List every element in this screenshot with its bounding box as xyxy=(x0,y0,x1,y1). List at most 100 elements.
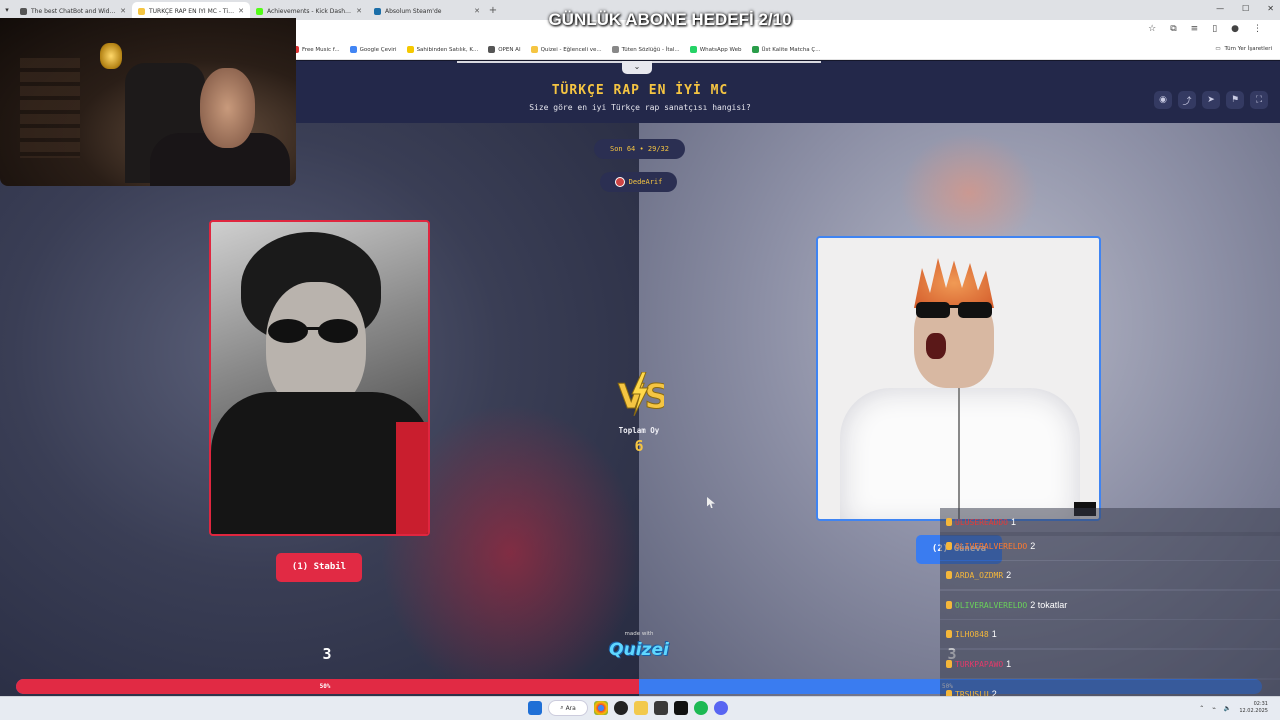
sub-badge-icon xyxy=(946,571,952,579)
system-tray: ⌃ ⌁ 🔈 02:31 12.02.2025 xyxy=(1199,701,1268,715)
sub-badge-icon xyxy=(946,601,952,609)
bookmark-item[interactable]: Google Çeviri xyxy=(349,46,397,53)
chat-message: OLIVERALVERELDO 2 tokatlar xyxy=(940,591,1280,619)
windows-start-icon[interactable] xyxy=(528,701,542,715)
tab-search-icon[interactable]: ▾ xyxy=(0,6,14,14)
score-left: 3 xyxy=(322,645,332,663)
spotify-icon[interactable] xyxy=(694,701,708,715)
stream-goal-title: GÜNLÜK ABONE HEDEFİ 2/10 xyxy=(548,10,792,29)
bookmark-item[interactable]: Sahibinden Satılık, K... xyxy=(406,46,478,53)
bookmark-icon xyxy=(611,46,619,53)
avatar xyxy=(614,177,625,187)
sidebar-icon[interactable]: ▯ xyxy=(1212,24,1217,34)
search-icon: ⌕ xyxy=(560,704,564,711)
flag-icon[interactable]: ⚑ xyxy=(1226,91,1244,109)
tab-steam[interactable]: Absolum Steam'de ✕ xyxy=(368,2,486,20)
translate-icon xyxy=(349,46,357,53)
send-icon[interactable]: ➤ xyxy=(1202,91,1220,109)
bookmark-item[interactable]: Quizei - Eğlenceli ve... xyxy=(530,46,602,53)
kick-icon xyxy=(256,7,263,15)
chat-message: ILHO848 1 xyxy=(940,620,1280,648)
taskbar-search[interactable]: ⌕ Ara xyxy=(548,700,588,716)
fullscreen-icon[interactable]: ⛶ xyxy=(1250,91,1268,109)
openai-icon xyxy=(488,46,496,53)
steam-icon xyxy=(374,7,381,15)
bot-icon xyxy=(20,7,27,15)
chat-text: 2 xyxy=(1030,541,1036,551)
made-with-label: made with xyxy=(624,631,654,637)
volume-icon[interactable]: 🔈 xyxy=(1224,705,1231,712)
folder-icon: ▭ xyxy=(1215,46,1221,52)
chat-text: 1 xyxy=(1006,659,1012,669)
eye-icon[interactable]: ◉ xyxy=(1154,91,1172,109)
quizei-icon xyxy=(138,7,145,15)
vs-icon: VS xyxy=(618,372,664,416)
close-icon[interactable]: ✕ xyxy=(474,7,480,15)
minimize-icon[interactable]: — xyxy=(1216,4,1224,13)
close-icon[interactable]: ✕ xyxy=(238,7,244,15)
taskbar: ⌕ Ara ⌃ ⌁ 🔈 02:31 12.02.2025 xyxy=(0,696,1280,720)
app-icon[interactable] xyxy=(654,701,668,715)
bookmark-item[interactable]: Üst Kalite Matcha Ç... xyxy=(751,46,821,53)
sub-badge-icon xyxy=(946,630,952,638)
total-votes-value: 6 xyxy=(634,437,644,455)
chat-message: ARDA_OZDMR 2 xyxy=(940,561,1280,589)
quizei-logo[interactable]: Quizei xyxy=(605,640,673,660)
bookmark-icon xyxy=(751,46,759,53)
total-votes-label: Toplam Oy xyxy=(618,426,660,435)
whatsapp-icon xyxy=(689,46,697,53)
new-tab-button[interactable]: + xyxy=(486,5,500,16)
stream-chat-overlay: ULUSEREADDO 1 OLIVERALVERELDO 2 ARDA_OZDMR 2 O… xyxy=(940,508,1280,720)
bookmark-item[interactable]: Free Music f... xyxy=(292,46,340,53)
bookmark-item[interactable]: OPEN AI xyxy=(488,46,521,53)
extensions-icon[interactable]: ⧉ xyxy=(1170,24,1176,34)
terminal-icon[interactable] xyxy=(674,701,688,715)
quizei-icon xyxy=(530,46,538,53)
chat-username[interactable]: OLIVERALVERELDO xyxy=(955,542,1027,551)
chevron-down-icon[interactable]: ⌄ xyxy=(622,61,652,74)
media-icon[interactable]: ≡ xyxy=(1191,24,1199,34)
sub-badge-icon xyxy=(946,542,952,550)
obs-icon[interactable] xyxy=(614,701,628,715)
chat-username[interactable]: OLIVERALVERELDO xyxy=(955,601,1027,610)
user-badge: DedeArif xyxy=(600,172,677,192)
sub-badge-icon xyxy=(946,518,952,526)
option-card-right[interactable] xyxy=(816,236,1101,521)
window-controls: — ☐ ✕ xyxy=(1216,4,1274,13)
chat-text: 2 xyxy=(1006,570,1012,580)
close-icon[interactable]: ✕ xyxy=(356,7,362,15)
chat-username[interactable]: ULUSEREADDO xyxy=(955,518,1008,527)
sub-badge-icon xyxy=(946,660,952,668)
chevron-up-icon[interactable]: ⌃ xyxy=(1199,705,1204,712)
profile-icon[interactable]: ● xyxy=(1231,24,1239,34)
maximize-icon[interactable]: ☐ xyxy=(1242,4,1249,13)
chat-message: OLIVERALVERELDO 2 xyxy=(940,532,1280,560)
discord-icon[interactable] xyxy=(714,701,728,715)
toolbar-icons: ☆ ⧉ ≡ ▯ ● ⋮ xyxy=(1148,24,1262,34)
close-window-icon[interactable]: ✕ xyxy=(1267,4,1274,13)
chat-text: 1 xyxy=(1010,517,1016,527)
clock[interactable]: 02:31 12.02.2025 xyxy=(1239,701,1268,715)
chrome-icon[interactable] xyxy=(594,701,608,715)
vote-left-button[interactable]: (1) Stabil xyxy=(276,553,362,582)
chat-text: 2 tokatlar xyxy=(1030,600,1068,610)
header-actions: ◉ ⤴ ➤ ⚑ ⛶ xyxy=(1154,91,1268,109)
sahibinden-icon xyxy=(406,46,414,53)
chat-username[interactable]: ILHO848 xyxy=(955,630,989,639)
chat-text: 1 xyxy=(991,629,997,639)
taskbar-apps: ⌕ Ara xyxy=(528,700,728,716)
bookmark-item[interactable]: WhatsApp Web xyxy=(689,46,742,53)
chat-username[interactable]: ARDA_OZDMR xyxy=(955,571,1003,580)
all-bookmarks[interactable]: ▭ Tüm Yer İşaretleri xyxy=(1215,46,1272,52)
webcam-feed xyxy=(0,18,296,186)
star-icon[interactable]: ☆ xyxy=(1148,24,1156,34)
bookmark-item[interactable]: Tüten Sözlüğü - İtal... xyxy=(611,46,680,53)
menu-icon[interactable]: ⋮ xyxy=(1253,24,1262,34)
network-icon[interactable]: ⌁ xyxy=(1212,705,1216,712)
option-card-left[interactable] xyxy=(209,220,430,536)
close-icon[interactable]: ✕ xyxy=(120,7,126,15)
share-icon[interactable]: ⤴ xyxy=(1178,91,1196,109)
chat-message: TURKPAPAWO 1 xyxy=(940,650,1280,678)
chat-username[interactable]: TURKPAPAWO xyxy=(955,660,1003,669)
folder-icon[interactable] xyxy=(634,701,648,715)
